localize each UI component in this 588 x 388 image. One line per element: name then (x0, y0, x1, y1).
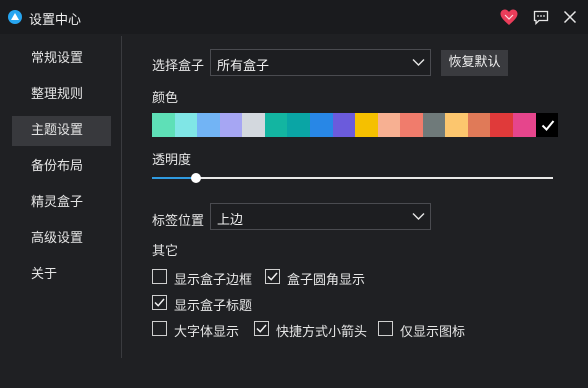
sidebar-item-label: 主题设置 (31, 123, 84, 138)
sidebar-item-label: 常规设置 (31, 51, 84, 66)
color-swatch[interactable] (242, 113, 265, 137)
sidebar-item-sprite-box[interactable]: 精灵盒子 (12, 188, 111, 218)
opacity-label: 透明度 (152, 153, 192, 168)
color-swatch[interactable] (197, 113, 220, 137)
shortcut-arrow-label: 快捷方式小箭头 (276, 325, 368, 340)
color-swatch[interactable] (287, 113, 310, 137)
color-swatch[interactable] (422, 113, 446, 137)
color-swatch[interactable] (332, 113, 356, 137)
app-logo-icon (8, 10, 22, 24)
opacity-slider-thumb[interactable] (191, 173, 202, 183)
tab-position-value: 上边 (217, 213, 244, 228)
sidebar-item-about[interactable]: 关于 (12, 260, 111, 290)
title-bar: 设置中心 (0, 0, 588, 34)
color-swatch[interactable] (400, 113, 423, 137)
color-swatch[interactable] (513, 113, 536, 137)
checkmark-icon (541, 120, 554, 131)
sidebar-item-label: 关于 (31, 267, 58, 282)
show-box-border-checkbox[interactable] (152, 269, 167, 284)
checkmark-icon (267, 272, 278, 281)
large-font-checkbox[interactable] (152, 321, 167, 336)
sidebar-divider (121, 36, 122, 358)
color-swatch[interactable] (219, 113, 243, 137)
sidebar-item-backup[interactable]: 备份布局 (12, 152, 111, 182)
sidebar-item-label: 精灵盒子 (31, 195, 84, 210)
chevron-down-icon (412, 59, 425, 66)
opacity-slider-fill (152, 177, 197, 179)
show-box-title-checkbox[interactable] (152, 295, 167, 310)
heart-icon[interactable] (500, 9, 518, 26)
sidebar-item-advanced[interactable]: 高级设置 (12, 224, 111, 254)
opacity-slider-track[interactable] (152, 177, 553, 179)
settings-sidebar: 常规设置 整理规则 主题设置 备份布局 精灵盒子 高级设置 关于 (0, 34, 121, 388)
box-select-value: 所有盒子 (217, 59, 270, 74)
tab-position-label: 标签位置 (152, 214, 205, 229)
color-label: 颜色 (152, 91, 179, 106)
other-label: 其它 (152, 244, 179, 259)
chat-icon[interactable] (533, 10, 549, 25)
checkmark-icon (256, 324, 267, 333)
sidebar-item-label: 备份布局 (31, 159, 84, 174)
color-swatch[interactable] (467, 113, 491, 137)
color-swatch[interactable] (174, 113, 198, 137)
tab-position-select[interactable]: 上边 (210, 203, 431, 230)
box-rounded-corners-label: 盒子圆角显示 (287, 273, 366, 288)
show-box-title-label: 显示盒子标题 (174, 299, 253, 314)
checkmark-icon (154, 298, 165, 307)
color-swatch[interactable] (355, 113, 378, 137)
reset-default-button[interactable]: 恢复默认 (441, 50, 508, 76)
sidebar-item-general[interactable]: 常规设置 (12, 44, 111, 74)
large-font-label: 大字体显示 (174, 325, 240, 340)
sidebar-item-label: 整理规则 (31, 87, 84, 102)
color-swatch[interactable] (445, 113, 468, 137)
box-rounded-corners-checkbox[interactable] (265, 269, 280, 284)
shortcut-arrow-checkbox[interactable] (254, 321, 269, 336)
show-box-border-label: 显示盒子边框 (174, 273, 253, 288)
color-swatch[interactable] (264, 113, 288, 137)
icons-only-checkbox[interactable] (378, 321, 393, 336)
box-select[interactable]: 所有盒子 (210, 49, 431, 76)
color-swatch[interactable] (309, 113, 333, 137)
sidebar-item-theme[interactable]: 主题设置 (12, 116, 111, 146)
color-swatch[interactable] (377, 113, 401, 137)
color-swatch[interactable] (490, 113, 513, 137)
sidebar-item-rules[interactable]: 整理规则 (12, 80, 111, 110)
chevron-down-icon (412, 213, 425, 220)
box-select-label: 选择盒子 (152, 59, 205, 74)
icons-only-label: 仅显示图标 (400, 325, 466, 340)
window-title: 设置中心 (29, 13, 82, 28)
color-palette (152, 113, 559, 137)
sidebar-item-label: 高级设置 (31, 231, 84, 246)
color-swatch[interactable] (535, 113, 559, 137)
close-icon[interactable] (563, 10, 577, 24)
color-swatch[interactable] (152, 113, 175, 137)
